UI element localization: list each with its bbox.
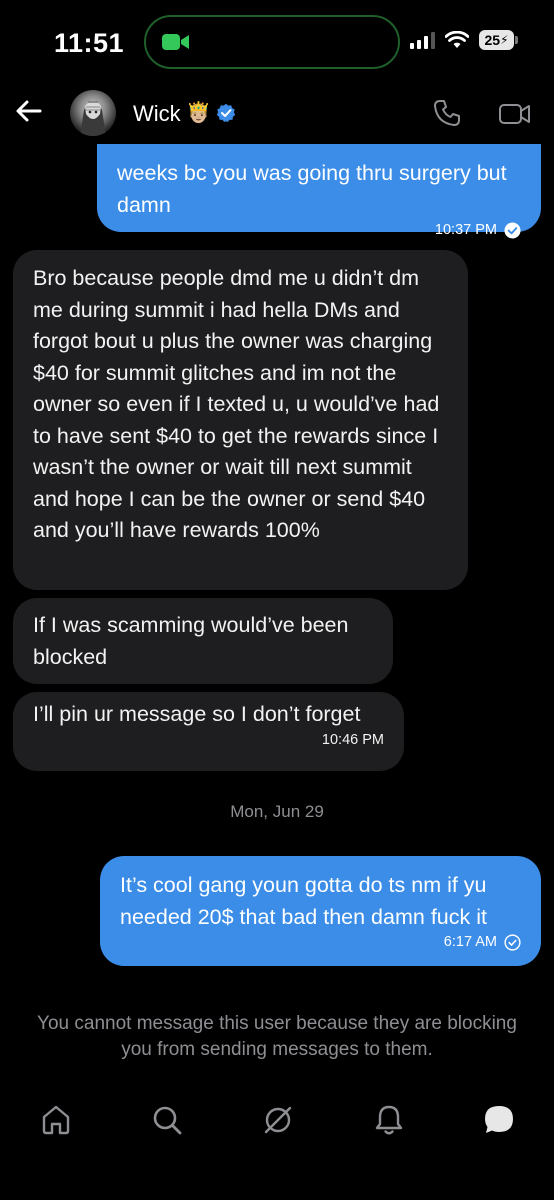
blocked-notice: You cannot message this user because the… xyxy=(37,1013,517,1060)
message-text: If I was scamming would’ve been blocked xyxy=(33,613,349,669)
message-meta: 6:17 AM xyxy=(120,933,521,951)
message-bubble-incoming[interactable]: I’ll pin ur message so I don’t forget 10… xyxy=(13,692,404,771)
nav-messages[interactable] xyxy=(479,1100,519,1140)
video-call-icon[interactable] xyxy=(498,100,532,128)
home-icon xyxy=(42,1105,70,1135)
pharaoh-avatar-image xyxy=(80,101,106,136)
avatar[interactable] xyxy=(70,90,116,136)
message-time: 10:46 PM xyxy=(321,731,384,748)
message-text: weeks bc you was going thru surgery but … xyxy=(117,161,507,217)
bottom-navigation xyxy=(0,1090,554,1200)
date-separator: Mon, Jun 29 xyxy=(230,802,324,821)
message-text: I’ll pin ur message so I don’t forget xyxy=(33,702,361,726)
verified-badge-icon xyxy=(216,103,236,122)
messages-icon xyxy=(485,1106,513,1133)
discover-icon xyxy=(264,1106,292,1134)
nav-home[interactable] xyxy=(36,1100,76,1140)
message-text: Bro because people dmd me u didn’t dm me… xyxy=(33,266,440,542)
message-meta: 10:46 PM xyxy=(33,731,384,749)
message-bubble-incoming[interactable]: Bro because people dmd me u didn’t dm me… xyxy=(13,250,468,590)
message-meta: 10:37 PM xyxy=(117,221,521,239)
nav-discover[interactable] xyxy=(258,1100,298,1140)
nav-notifications[interactable] xyxy=(369,1100,409,1140)
message-bubble-outgoing[interactable]: It’s cool gang youn gotta do ts nm if yu… xyxy=(100,856,541,966)
message-time: 10:37 PM xyxy=(434,222,497,238)
contact-name[interactable]: Wick xyxy=(133,101,181,127)
read-receipt-icon xyxy=(504,221,521,239)
notifications-icon xyxy=(375,1105,403,1135)
message-time: 6:17 AM xyxy=(443,934,497,950)
message-bubble-incoming[interactable]: If I was scamming would’ve been blocked xyxy=(13,598,393,684)
phone-call-icon[interactable] xyxy=(432,98,462,128)
message-text: It’s cool gang youn gotta do ts nm if yu… xyxy=(120,873,487,929)
back-arrow-icon[interactable] xyxy=(14,96,44,126)
nav-search[interactable] xyxy=(147,1100,187,1140)
delivered-receipt-icon xyxy=(504,933,521,951)
prince-emoji: 🤴🏼 xyxy=(186,102,211,124)
message-thread[interactable]: weeks bc you was going thru surgery but … xyxy=(0,0,554,1090)
chat-header: Wick 🤴🏼 xyxy=(0,84,554,144)
search-icon xyxy=(153,1106,182,1135)
